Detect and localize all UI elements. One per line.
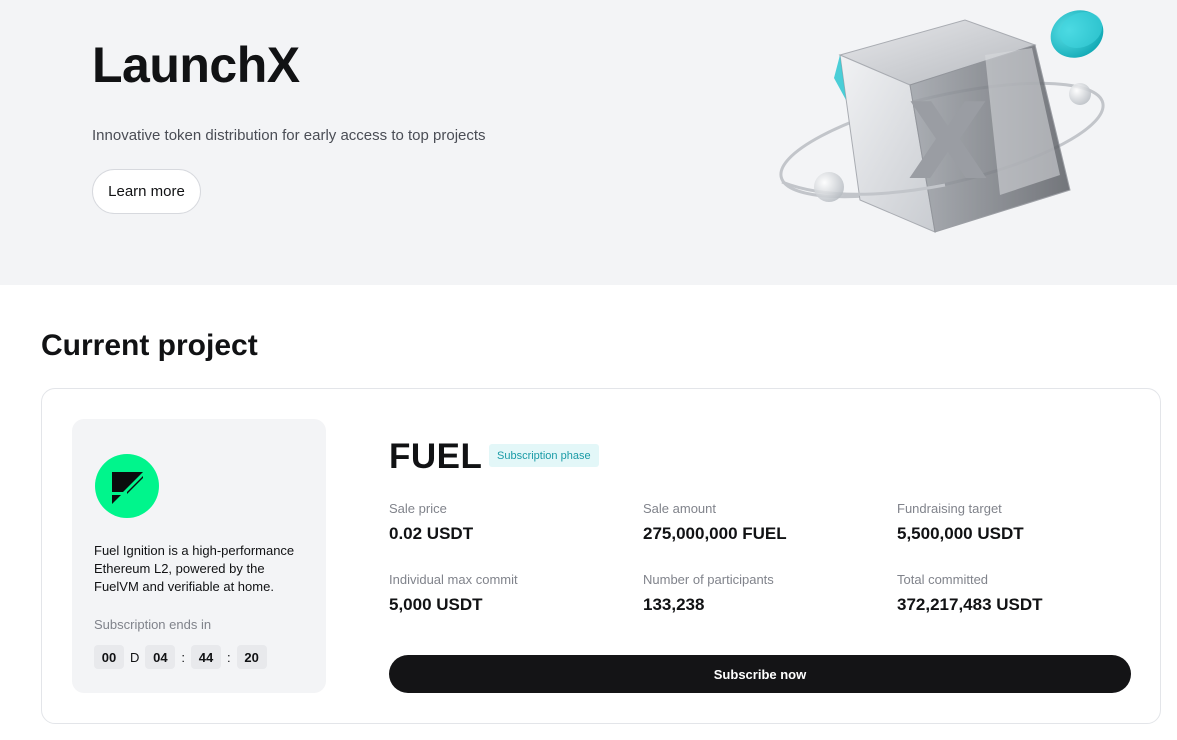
fuel-logo-icon xyxy=(95,454,159,518)
stat-value: 372,217,483 USDT xyxy=(897,595,1043,614)
phase-badge: Subscription phase xyxy=(489,444,599,467)
stat-sale-price: Sale price 0.02 USDT xyxy=(389,501,629,544)
subscribe-now-button[interactable]: Subscribe now xyxy=(389,655,1131,693)
stat-label: Total committed xyxy=(897,572,989,587)
stat-label: Fundraising target xyxy=(897,501,1002,516)
stat-label: Individual max commit xyxy=(389,572,518,587)
stat-label: Sale amount xyxy=(643,501,716,516)
countdown-separator: : xyxy=(227,649,231,665)
countdown-day-unit: D xyxy=(130,649,140,665)
launchx-cube-illustration: X xyxy=(779,10,1105,233)
countdown-days: 00 xyxy=(94,645,124,669)
stat-label: Sale price xyxy=(389,501,447,516)
cube-letter: X xyxy=(908,81,989,203)
stat-fundraising-target: Fundraising target 5,500,000 USDT xyxy=(897,501,1137,544)
stat-value: 133,238 xyxy=(643,595,705,614)
hero-banner: LaunchX Innovative token distribution fo… xyxy=(0,0,1177,285)
stat-sale-amount: Sale amount 275,000,000 FUEL xyxy=(643,501,883,544)
stat-label: Number of participants xyxy=(643,572,774,587)
countdown-minutes: 44 xyxy=(191,645,222,669)
subscription-ends-label: Subscription ends in xyxy=(94,617,212,632)
project-info-panel: Fuel Ignition is a high-performance Ethe… xyxy=(72,419,326,693)
section-title: Current project xyxy=(41,329,258,362)
hero-subtitle: Innovative token distribution for early … xyxy=(92,127,486,144)
countdown-separator: : xyxy=(181,649,186,665)
stat-value: 0.02 USDT xyxy=(389,524,474,543)
stat-value: 5,500,000 USDT xyxy=(897,524,1024,543)
stat-number-of-participants: Number of participants 133,238 xyxy=(643,572,883,615)
stat-value: 5,000 USDT xyxy=(389,595,483,614)
countdown-seconds: 20 xyxy=(236,645,267,669)
project-card: Fuel Ignition is a high-performance Ethe… xyxy=(41,388,1161,724)
stat-individual-max-commit: Individual max commit 5,000 USDT xyxy=(389,572,629,615)
stat-value: 275,000,000 FUEL xyxy=(643,524,787,543)
project-name: FUEL xyxy=(389,437,483,476)
countdown-timer: 00 D 04 : 44 : 20 xyxy=(94,645,267,669)
learn-more-button[interactable]: Learn more xyxy=(92,169,201,214)
countdown-hours: 04 xyxy=(145,645,176,669)
hero-title: LaunchX xyxy=(92,37,300,93)
stat-total-committed: Total committed 372,217,483 USDT xyxy=(897,572,1137,615)
project-description: Fuel Ignition is a high-performance Ethe… xyxy=(94,543,295,594)
